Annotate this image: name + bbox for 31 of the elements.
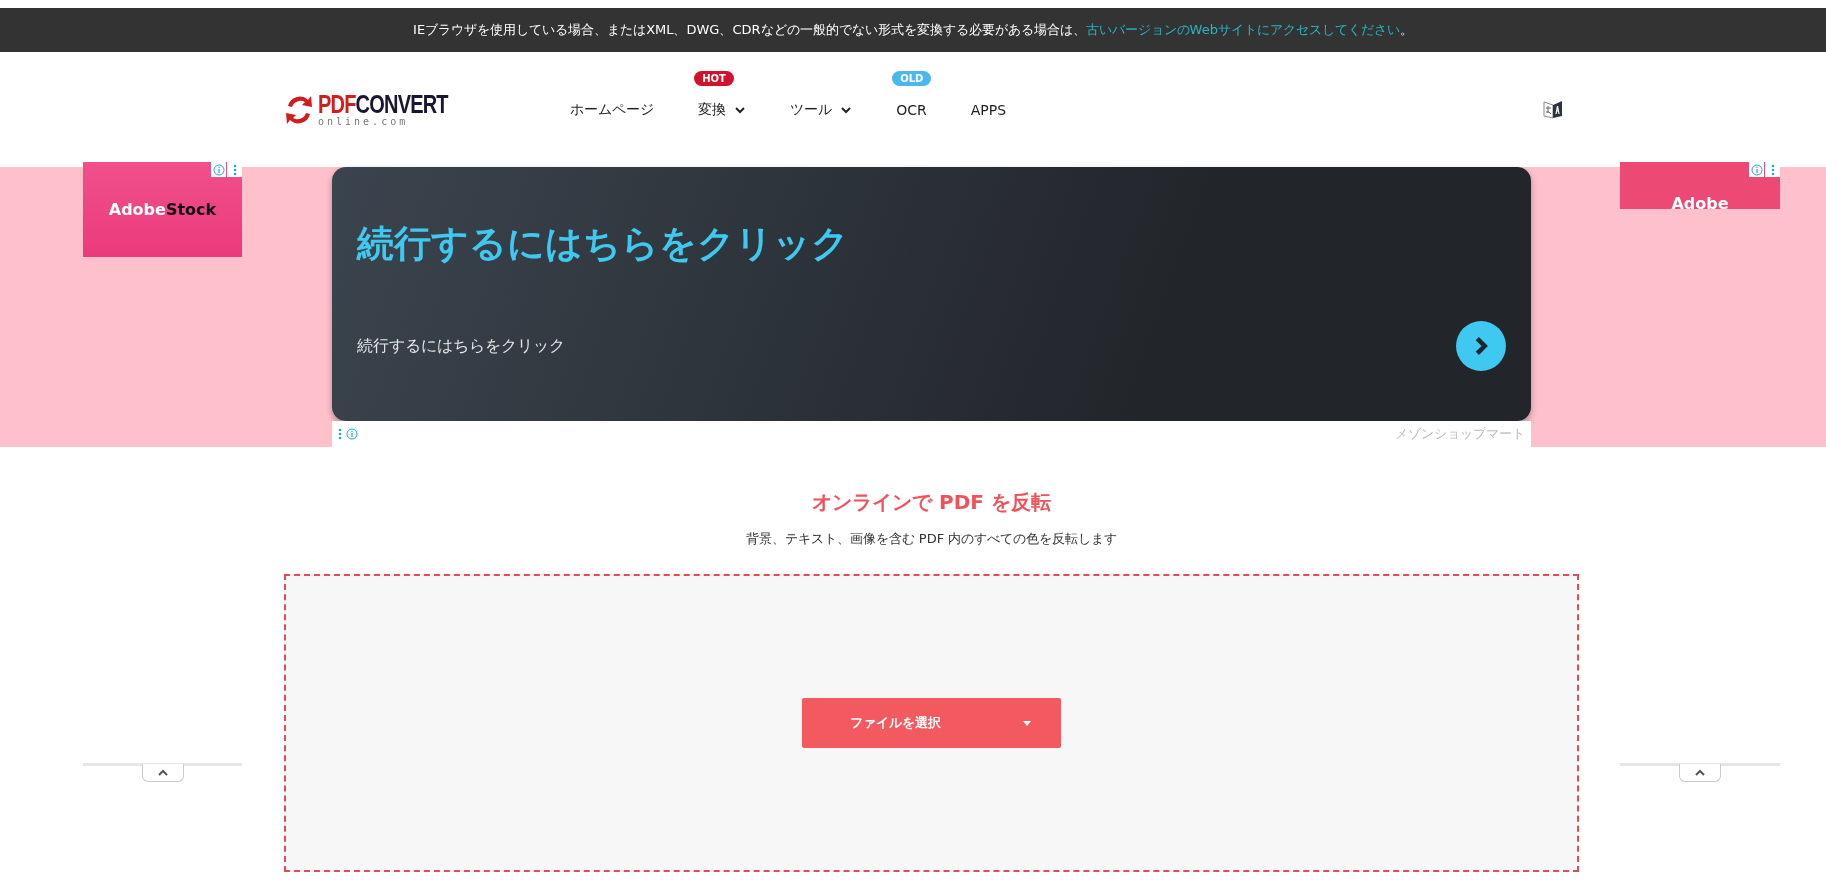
logo-text: CONVERT [355,92,448,117]
nav-item[interactable]: ツール [786,92,857,127]
nav-item[interactable]: APPS [966,92,1011,127]
ad-text: 続行するにはちらをクリック [357,335,565,357]
logo-text: PDF [318,92,356,117]
ad-brand: Adobe [108,200,166,219]
ad-info-icon[interactable] [346,428,358,440]
ad-menu-icon[interactable] [227,162,242,177]
ad-card[interactable]: 続行するにはちらをクリック 続行するにはちらをクリック [332,167,1531,421]
ad-headline: 続行するにはちらをクリック [357,221,850,267]
nav-badge: OLD [892,70,932,86]
collapse-button[interactable] [1679,764,1721,782]
ad-brand: Adobe [1671,194,1729,209]
page-title: オンラインで PDF を反転 [812,489,1051,516]
nav-badge: HOT [694,70,734,86]
ad-banner[interactable]: Adobe [1620,162,1780,209]
ad-banner[interactable]: AdobeStock [83,162,242,257]
collapse-button[interactable] [141,764,184,782]
ad-menu-icon[interactable] [1765,162,1780,177]
ad-menu-icon[interactable] [338,428,342,440]
page-subtitle: 背景、テキスト、画像を含む PDF 内のすべての色を反転します [745,530,1118,548]
ad-info-icon[interactable] [211,162,226,177]
nav-item[interactable]: ホームページ [566,92,659,127]
ad-info-icon[interactable] [1749,162,1764,177]
logo-domain: online.com [318,117,410,127]
next-button[interactable] [1456,321,1506,371]
old-version-link[interactable]: 古いバージョンのWebサイトにアクセスしてください [1085,21,1400,39]
ad-brand: Stock [165,200,217,219]
notice-text: IEブラウザを使用している場合、またはXML、DWG、CDRなどの一般的でない形式を変換する必要がある場合は、 [413,21,1086,39]
notice-end: 。 [1399,21,1413,39]
caret-icon [1023,720,1031,726]
